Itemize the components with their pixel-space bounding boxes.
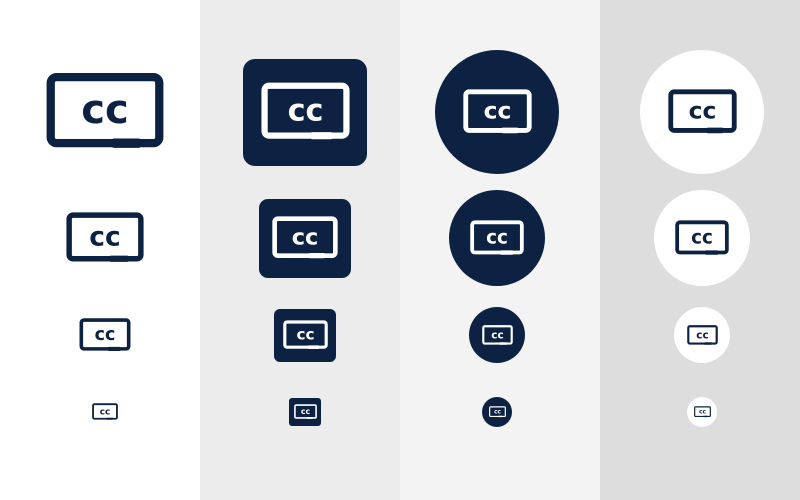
svg-text:cc: cc: [483, 96, 511, 124]
closed-captions-icon: cc: [243, 58, 367, 166]
svg-text:cc: cc: [699, 410, 706, 416]
panel-circle: cc cc cc cc: [400, 0, 600, 500]
closed-captions-icon: cc: [449, 190, 545, 286]
closed-captions-icon: cc: [687, 397, 717, 427]
closed-captions-icon: cc: [46, 72, 164, 157]
closed-captions-icon: cc: [92, 403, 118, 425]
closed-captions-icon: cc: [259, 198, 351, 278]
svg-text:cc: cc: [89, 221, 120, 252]
svg-text:cc: cc: [296, 325, 314, 343]
closed-captions-icon: cc: [289, 398, 321, 426]
svg-text:cc: cc: [287, 93, 323, 128]
icon-showcase: cc cc cc cc cc cc cc cc cc cc cc cc cc cc cc cc: [0, 0, 800, 500]
svg-text:cc: cc: [486, 227, 508, 248]
svg-text:cc: cc: [81, 87, 129, 133]
closed-captions-icon: cc: [435, 50, 559, 174]
closed-captions-icon: cc: [79, 317, 131, 357]
panel-rounded-square: cc cc cc cc: [200, 0, 400, 500]
closed-captions-icon: cc: [66, 211, 144, 269]
closed-captions-icon: cc: [640, 50, 764, 174]
closed-captions-icon: cc: [274, 308, 336, 362]
svg-text:cc: cc: [696, 329, 708, 341]
closed-captions-icon: cc: [469, 307, 525, 363]
closed-captions-icon: cc: [654, 190, 750, 286]
svg-text:cc: cc: [100, 407, 110, 417]
panel-plain: cc cc cc cc: [0, 0, 200, 500]
panel-white-circle: cc cc cc cc: [600, 0, 800, 500]
svg-text:cc: cc: [691, 227, 713, 248]
svg-text:cc: cc: [300, 407, 310, 416]
closed-captions-icon: cc: [482, 397, 512, 427]
svg-text:cc: cc: [494, 410, 501, 416]
svg-text:cc: cc: [95, 325, 116, 345]
svg-text:cc: cc: [491, 329, 503, 341]
svg-text:cc: cc: [688, 96, 716, 124]
closed-captions-icon: cc: [674, 307, 730, 363]
svg-text:cc: cc: [292, 224, 319, 250]
